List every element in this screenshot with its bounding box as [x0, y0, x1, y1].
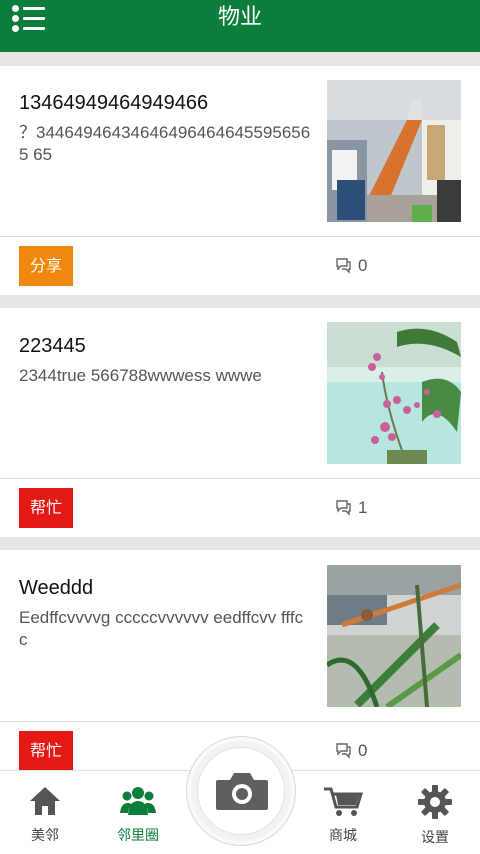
post-thumbnail[interactable]	[327, 80, 461, 222]
nav-item-settings[interactable]: 设置	[395, 785, 475, 847]
post-thumbnail[interactable]	[327, 322, 461, 464]
top-bar: 物业	[0, 0, 480, 52]
post-title: 223445	[19, 335, 86, 357]
nav-item-meilin[interactable]: 美邻	[5, 785, 85, 845]
cart-icon	[324, 787, 364, 816]
nav-item-neighborhood[interactable]: 邻里圈	[98, 785, 178, 845]
comment-icon	[336, 743, 351, 759]
post-title: 13464949464949466	[19, 92, 209, 114]
comment-count[interactable]: 1	[334, 498, 367, 518]
post-thumbnail[interactable]	[327, 565, 461, 707]
post-description: ？344649464346464964646455956565 65	[19, 123, 311, 164]
help-tag[interactable]: 帮忙	[19, 731, 73, 771]
post-description: Eedffcvvvvg cccccvvvvvv eedffcvv fffcc	[19, 608, 304, 649]
share-tag[interactable]: 分享	[19, 246, 73, 286]
comment-icon	[336, 258, 351, 274]
gear-icon	[418, 785, 452, 819]
help-tag[interactable]: 帮忙	[19, 488, 73, 528]
camera-button[interactable]	[186, 736, 296, 846]
comment-icon	[336, 500, 351, 516]
divider	[0, 236, 480, 237]
camera-icon	[216, 773, 268, 810]
home-icon	[30, 787, 60, 815]
comment-count[interactable]: 0	[334, 741, 367, 761]
post-title: Weeddd	[19, 577, 94, 599]
staircase-photo	[327, 80, 461, 222]
post-card[interactable]: 13464949464949466 ？344649464346464964646…	[0, 66, 480, 295]
divider	[0, 721, 480, 722]
page-title: 物业	[217, 5, 262, 30]
plant-photo	[327, 565, 461, 707]
divider	[0, 478, 480, 479]
post-card[interactable]: 223445 2344true 566788wwwess wwwe 帮忙 1	[0, 308, 480, 537]
post-description: 2344true 566788wwwess wwwe	[19, 366, 262, 385]
orchid-photo	[327, 322, 461, 464]
people-icon	[120, 787, 156, 815]
nav-item-mall[interactable]: 商城	[303, 785, 383, 845]
comment-count[interactable]: 0	[334, 256, 367, 276]
